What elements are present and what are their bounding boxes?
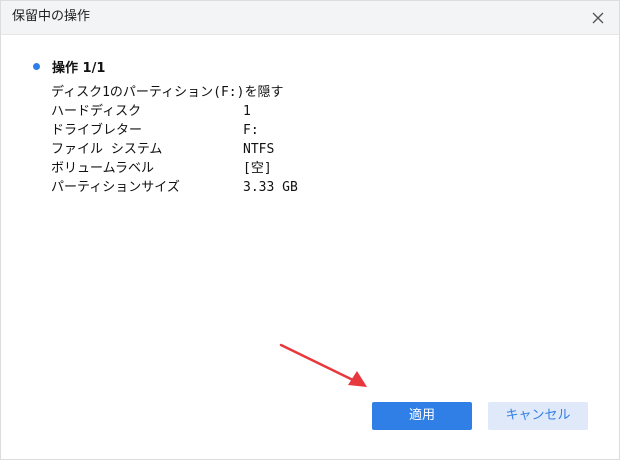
detail-label: ファイル システム [51,142,163,157]
apply-button[interactable]: 適用 [372,402,472,430]
cancel-button[interactable]: キャンセル [488,402,588,430]
annotation-arrow-icon [279,343,367,387]
operation-description: ディスク1のパーティション(F:)を隠す [51,85,284,100]
detail-value: 1 [243,104,251,119]
detail-value: 3.33 GB [243,180,298,195]
title-bar: 保留中の操作 [1,1,619,35]
pending-operations-dialog: 保留中の操作 操作 1/1 ディスク1のパーティション(F:)を隠す ハードディ… [0,0,620,460]
close-icon [592,12,604,24]
operation-title: 操作 1/1 [52,61,106,76]
detail-label: パーティションサイズ [51,180,180,195]
dialog-title: 保留中の操作 [12,9,91,24]
detail-label: ハードディスク [51,104,142,119]
detail-value: [空] [243,161,272,176]
detail-label: ドライブレター [51,123,143,138]
detail-value: NTFS [243,142,275,157]
detail-value: F: [243,123,259,138]
bullet-icon [33,63,40,70]
operation-header: 操作 1/1 [33,57,105,76]
close-button[interactable] [587,7,609,29]
detail-label: ボリュームラベル [51,161,154,176]
